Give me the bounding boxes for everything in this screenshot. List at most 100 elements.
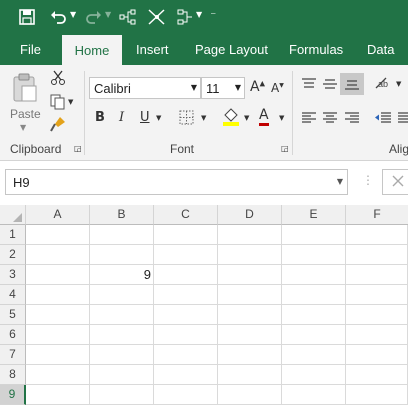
column-header-a[interactable]: A bbox=[26, 205, 90, 225]
clipboard-launcher-icon[interactable]: ◲ bbox=[74, 144, 82, 153]
cancel-icon[interactable] bbox=[392, 175, 404, 187]
increase-indent-icon[interactable] bbox=[398, 111, 408, 125]
column-header-e[interactable]: E bbox=[282, 205, 346, 225]
grid-cell[interactable] bbox=[346, 345, 408, 365]
row-header-2[interactable]: 2 bbox=[0, 245, 26, 265]
grid-cell[interactable] bbox=[282, 345, 346, 365]
grid-cell[interactable] bbox=[154, 345, 218, 365]
tab-data[interactable]: Data bbox=[367, 35, 394, 65]
align-middle-icon[interactable] bbox=[322, 77, 338, 91]
grid-cell[interactable] bbox=[218, 345, 282, 365]
format-painter-icon[interactable] bbox=[50, 116, 66, 132]
row-header-8[interactable]: 8 bbox=[0, 365, 26, 385]
grid-cell[interactable] bbox=[346, 225, 408, 245]
grid-cell[interactable] bbox=[26, 285, 90, 305]
grid-cell[interactable] bbox=[218, 265, 282, 285]
align-top-icon[interactable] bbox=[301, 77, 317, 91]
grid-cell[interactable] bbox=[154, 245, 218, 265]
select-all-corner[interactable] bbox=[0, 205, 26, 225]
grid-cell[interactable] bbox=[26, 365, 90, 385]
grid-cell[interactable] bbox=[282, 305, 346, 325]
save-icon[interactable] bbox=[19, 9, 35, 25]
grid-cell[interactable] bbox=[154, 285, 218, 305]
fill-color-dropdown-icon[interactable]: ▼ bbox=[244, 114, 249, 122]
cell-area[interactable] bbox=[26, 225, 408, 405]
column-header-b[interactable]: B bbox=[90, 205, 154, 225]
grid-cell[interactable] bbox=[26, 305, 90, 325]
grid-cell[interactable] bbox=[154, 385, 218, 405]
font-name-dropdown[interactable]: Calibri ▼ bbox=[89, 77, 201, 99]
underline-dropdown-icon[interactable]: ▼ bbox=[156, 114, 161, 122]
font-launcher-icon[interactable]: ◲ bbox=[281, 144, 289, 153]
align-center-icon[interactable] bbox=[322, 111, 338, 125]
grid-cell[interactable] bbox=[218, 365, 282, 385]
chevron-down-icon[interactable]: ▼ bbox=[337, 177, 343, 186]
row-header-5[interactable]: 5 bbox=[0, 305, 26, 325]
paste-label[interactable]: Paste bbox=[10, 107, 41, 121]
borders-dropdown-icon[interactable]: ▼ bbox=[201, 114, 206, 122]
grid-cell[interactable] bbox=[218, 305, 282, 325]
grid-cell[interactable] bbox=[346, 325, 408, 345]
align-bottom-button[interactable] bbox=[340, 73, 364, 95]
copy-dropdown-icon[interactable]: ▼ bbox=[68, 98, 73, 106]
grid-cell[interactable] bbox=[346, 365, 408, 385]
orientation-icon[interactable]: ab bbox=[374, 75, 392, 91]
redo-dropdown-icon[interactable]: ▼ bbox=[105, 10, 111, 19]
redo-icon[interactable] bbox=[86, 9, 102, 25]
underline-button[interactable]: U bbox=[140, 110, 150, 125]
column-header-f[interactable]: F bbox=[346, 205, 408, 225]
column-header-c[interactable]: C bbox=[154, 205, 218, 225]
grid-cell[interactable] bbox=[282, 245, 346, 265]
grid-cell[interactable] bbox=[154, 265, 218, 285]
row-header-9[interactable]: 9 bbox=[0, 385, 26, 405]
tab-file[interactable]: File bbox=[20, 35, 41, 65]
fill-color-icon[interactable] bbox=[222, 107, 240, 127]
row-header-7[interactable]: 7 bbox=[0, 345, 26, 365]
tab-insert[interactable]: Insert bbox=[136, 35, 169, 65]
grid-cell[interactable] bbox=[218, 225, 282, 245]
italic-button[interactable]: I bbox=[119, 110, 124, 125]
font-color-dropdown-icon[interactable]: ▼ bbox=[279, 114, 284, 122]
grid-cell[interactable] bbox=[282, 385, 346, 405]
grid-cell[interactable] bbox=[346, 305, 408, 325]
align-right-icon[interactable] bbox=[344, 111, 360, 125]
grid-cell[interactable] bbox=[154, 365, 218, 385]
grid-cell[interactable] bbox=[154, 305, 218, 325]
grid-cell[interactable] bbox=[154, 325, 218, 345]
grid-cell[interactable] bbox=[90, 365, 154, 385]
tab-formulas[interactable]: Formulas bbox=[289, 35, 343, 65]
row-header-4[interactable]: 4 bbox=[0, 285, 26, 305]
borders-icon[interactable] bbox=[179, 110, 194, 125]
paste-dropdown-icon[interactable]: ▼ bbox=[20, 123, 26, 132]
grid-cell[interactable] bbox=[218, 385, 282, 405]
tree-icon[interactable] bbox=[177, 8, 195, 26]
row-header-1[interactable]: 1 bbox=[0, 225, 26, 245]
tab-home[interactable]: Home bbox=[62, 35, 122, 66]
grid-cell[interactable] bbox=[282, 285, 346, 305]
paste-icon[interactable] bbox=[12, 73, 38, 103]
grid-cell[interactable] bbox=[90, 345, 154, 365]
decrease-indent-icon[interactable] bbox=[374, 111, 392, 125]
undo-dropdown-icon[interactable]: ▼ bbox=[70, 10, 76, 19]
formula-input[interactable] bbox=[382, 169, 408, 195]
grid-cell[interactable] bbox=[90, 305, 154, 325]
name-box[interactable]: H9 ▼ bbox=[5, 169, 348, 195]
customize-toolbar-icon[interactable]: ⎯ bbox=[211, 9, 216, 19]
grid-cell[interactable] bbox=[90, 225, 154, 245]
cut-icon[interactable] bbox=[50, 70, 66, 86]
grid-cell[interactable] bbox=[26, 225, 90, 245]
grid-cell[interactable] bbox=[346, 245, 408, 265]
grid-cell[interactable] bbox=[218, 325, 282, 345]
column-header-d[interactable]: D bbox=[218, 205, 282, 225]
grid-cell[interactable] bbox=[26, 245, 90, 265]
grid-cell[interactable] bbox=[26, 325, 90, 345]
grid-cell[interactable] bbox=[282, 225, 346, 245]
row-header-6[interactable]: 6 bbox=[0, 325, 26, 345]
grid-cell[interactable] bbox=[90, 285, 154, 305]
row-header-3[interactable]: 3 bbox=[0, 265, 26, 285]
copy-icon[interactable] bbox=[50, 94, 66, 110]
grid-cell[interactable] bbox=[26, 385, 90, 405]
grid-cell[interactable] bbox=[26, 265, 90, 285]
undo-icon[interactable] bbox=[50, 9, 66, 25]
connector-icon[interactable] bbox=[119, 8, 137, 26]
